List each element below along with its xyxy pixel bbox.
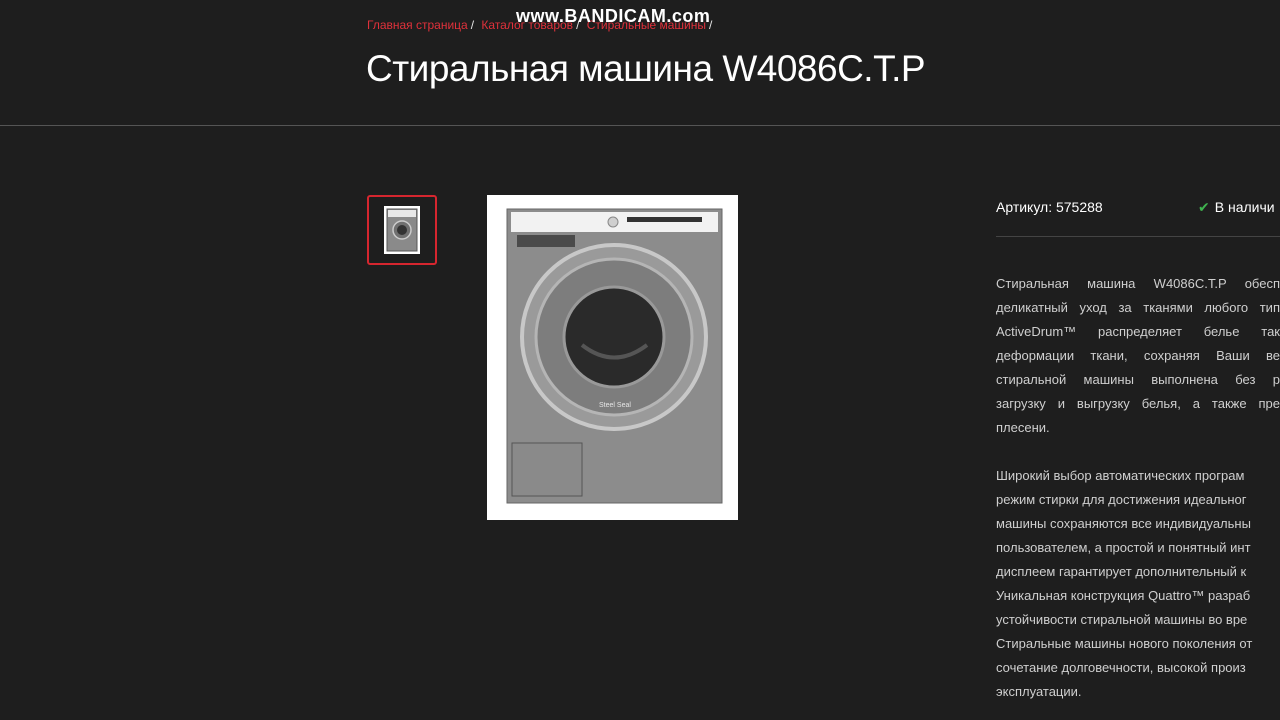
description-line: загрузку и выгрузку белья, а также пре	[996, 396, 1280, 411]
sku: Артикул: 575288	[996, 199, 1103, 215]
description-line: ActiveDrum™ распределяет белье так	[996, 324, 1280, 339]
check-icon: ✔	[1198, 199, 1210, 215]
description-line: стиральной машины выполнена без р	[996, 372, 1280, 387]
description-line: Уникальная конструкция Quattro™ разраб	[996, 588, 1251, 603]
product-thumbnail[interactable]	[367, 195, 437, 265]
description-line: Стиральные машины нового поколения от	[996, 636, 1253, 651]
header-divider	[0, 125, 1280, 126]
washing-machine-image: Steel Seal	[506, 208, 723, 504]
description-line: эксплуатации.	[996, 684, 1082, 699]
description-line: режим стирки для достижения идеальног	[996, 492, 1247, 507]
stock-status: ✔ В наличи	[1198, 199, 1275, 216]
stock-text: В наличи	[1214, 199, 1275, 215]
description-paragraph-2: Широкий выбор автоматических програм реж…	[996, 464, 1280, 704]
image-door-label: Steel Seal	[599, 402, 631, 409]
description-line: пользователем, а простой и понятный инт	[996, 540, 1251, 555]
description-line: деформации ткани, сохраняя Ваши ве	[996, 348, 1280, 363]
sku-value: 575288	[1055, 199, 1103, 215]
breadcrumb-separator: /	[470, 18, 475, 32]
thumbnail-image	[384, 206, 420, 254]
description-line: Широкий выбор автоматических програм	[996, 468, 1245, 483]
description-line: дисплеем гарантирует дополнительный к	[996, 564, 1247, 579]
description-line: сочетание долговечности, высокой произ	[996, 660, 1246, 675]
description-line: машины сохраняются все индивидуальны	[996, 516, 1251, 531]
info-divider	[996, 236, 1280, 237]
product-main-image[interactable]: Steel Seal	[487, 195, 738, 520]
description-line: устойчивости стиральной машины во вре	[996, 612, 1248, 627]
description-line: Стиральная машина W4086C.T.P обесп	[996, 276, 1280, 291]
recorder-watermark: www.BANDICAM.com	[516, 6, 711, 26]
page-title: Стиральная машина W4086C.T.P	[366, 48, 926, 89]
description-paragraph-1: Стиральная машина W4086C.T.P обесп делик…	[996, 272, 1280, 440]
breadcrumb-home[interactable]: Главная страница	[367, 18, 468, 32]
description-line: деликатный уход за тканями любого тип	[996, 300, 1280, 315]
sku-label: Артикул:	[996, 199, 1053, 215]
washing-machine-icon	[386, 208, 418, 252]
description-line: плесени.	[996, 420, 1050, 435]
